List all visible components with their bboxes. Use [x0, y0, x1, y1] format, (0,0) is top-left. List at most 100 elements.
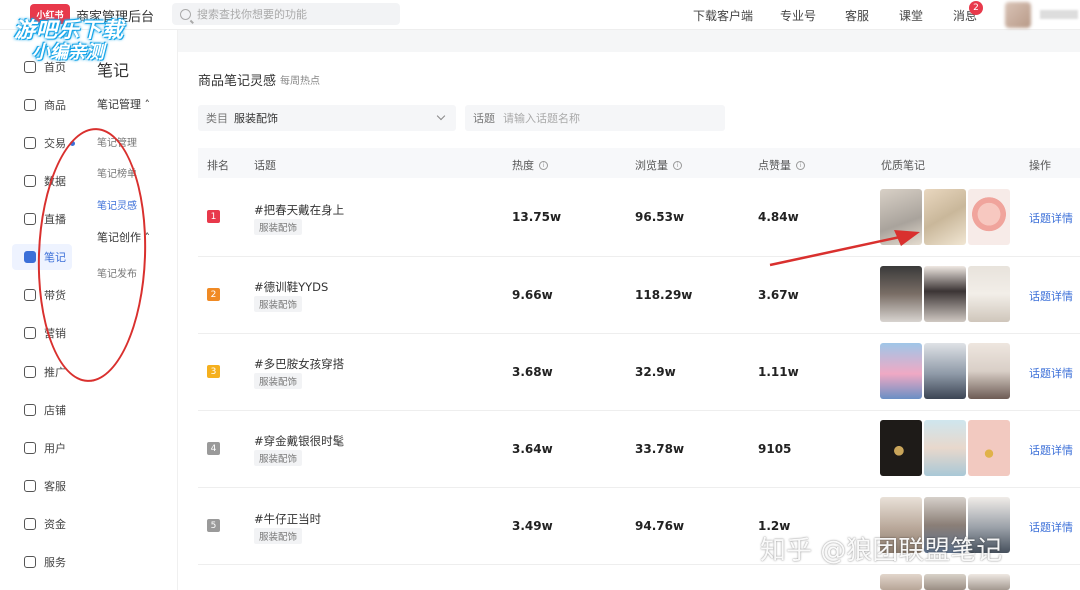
category-select[interactable]: 类目 服装配饰	[198, 105, 456, 131]
page-title: 商品笔记灵感	[198, 74, 277, 89]
page-subtitle: 每周热点	[280, 76, 320, 87]
username-blurred[interactable]	[1040, 10, 1078, 19]
col-views: 浏览量 i	[635, 157, 682, 173]
topic-name[interactable]: #牛仔正当时	[254, 511, 321, 527]
row-divider	[198, 256, 1080, 257]
note-thumbnail[interactable]	[880, 266, 922, 322]
sidebar-item-funds[interactable]: 资金	[0, 511, 78, 537]
views-value: 32.9w	[635, 365, 676, 379]
watermark-bottom: 知乎 @狼团联盟笔记	[760, 536, 1003, 566]
sidebar-item-service[interactable]: 客服	[0, 473, 78, 499]
heat-value: 13.75w	[512, 210, 562, 224]
sidebar-item-users[interactable]: 用户	[0, 435, 78, 461]
nav-pro-account[interactable]: 专业号	[780, 7, 816, 24]
chevron-up-icon: ˄	[144, 98, 151, 111]
message-count-badge: 2	[969, 1, 983, 15]
service-icon	[24, 480, 36, 492]
note-thumbnail[interactable]	[968, 266, 1010, 322]
note-thumbnail[interactable]	[880, 420, 922, 476]
category-tag: 服装配饰	[254, 296, 303, 312]
promotion-icon	[24, 366, 36, 378]
row-divider	[198, 487, 1080, 488]
service-market-icon	[24, 556, 36, 568]
rank-badge: 2	[207, 288, 220, 301]
subnav-group-note-management[interactable]: 笔记管理 ˄	[97, 96, 150, 112]
col-topic: 话题	[254, 159, 276, 172]
nav-classroom[interactable]: 课堂	[899, 7, 923, 24]
trade-icon	[24, 137, 36, 149]
heat-value: 3.68w	[512, 365, 553, 379]
rank-badge: 3	[207, 365, 220, 378]
watermark-line2: 小编亲测	[32, 42, 104, 63]
data-icon	[24, 175, 36, 187]
col-quality-notes: 优质笔记	[881, 159, 925, 172]
note-thumbnail[interactable]	[968, 574, 1010, 590]
note-thumbnail[interactable]	[924, 343, 966, 399]
sell-icon	[24, 289, 36, 301]
heat-value: 9.66w	[512, 288, 553, 302]
views-value: 118.29w	[635, 288, 693, 302]
topic-detail-link[interactable]: 话题详情	[1029, 210, 1073, 226]
info-icon[interactable]: i	[673, 160, 682, 170]
sidebar-item-services[interactable]: 服务	[0, 549, 78, 575]
user-icon	[24, 442, 36, 454]
likes-value: 1.11w	[758, 365, 799, 379]
search-icon	[180, 8, 191, 20]
topic-detail-link[interactable]: 话题详情	[1029, 442, 1073, 458]
category-tag: 服装配饰	[254, 373, 303, 389]
shop-icon	[24, 404, 36, 416]
topic-detail-link[interactable]: 话题详情	[1029, 288, 1073, 304]
info-icon[interactable]: i	[539, 160, 548, 170]
heat-value: 3.64w	[512, 442, 553, 456]
topic-name[interactable]: #多巴胺女孩穿搭	[254, 356, 344, 372]
top-bar: 小红书 商家管理后台 搜索查找你想要的功能 下载客户端 专业号 客服 课堂 消息…	[0, 0, 1080, 30]
info-icon[interactable]: i	[796, 160, 805, 170]
note-thumbnail[interactable]	[880, 343, 922, 399]
row-divider	[198, 333, 1080, 334]
topic-name[interactable]: #德训鞋YYDS	[254, 279, 328, 295]
topic-search-input[interactable]: 话题 请输入话题名称	[465, 105, 725, 131]
topic-label: 话题	[473, 112, 495, 125]
note-thumbnail[interactable]	[924, 266, 966, 322]
topic-name[interactable]: #把春天戴在身上	[254, 202, 344, 218]
note-thumbnail[interactable]	[968, 420, 1010, 476]
col-rank: 排名	[207, 159, 229, 172]
category-value: 服装配饰	[234, 112, 278, 125]
fund-icon	[24, 518, 36, 530]
col-likes: 点赞量 i	[758, 157, 805, 173]
col-action: 操作	[1029, 159, 1051, 172]
topic-detail-link[interactable]: 话题详情	[1029, 519, 1073, 535]
topic-name[interactable]: #穿金戴银很时髦	[254, 433, 344, 449]
nav-customer-service[interactable]: 客服	[845, 7, 869, 24]
sidebar-item-shop[interactable]: 店铺	[0, 397, 78, 423]
marketing-icon	[24, 327, 36, 339]
product-icon	[24, 99, 36, 111]
views-value: 33.78w	[635, 442, 685, 456]
rank-badge: 4	[207, 442, 220, 455]
live-icon	[24, 213, 36, 225]
search-placeholder: 搜索查找你想要的功能	[197, 8, 307, 21]
note-thumbnail[interactable]	[924, 420, 966, 476]
nav-download-client[interactable]: 下载客户端	[693, 7, 753, 24]
category-tag: 服装配饰	[254, 219, 303, 235]
note-thumbnail[interactable]	[968, 189, 1010, 245]
category-label: 类目	[206, 112, 228, 125]
annotation-arrow-icon	[769, 230, 920, 267]
category-tag: 服装配饰	[254, 528, 303, 544]
global-search-input[interactable]: 搜索查找你想要的功能	[172, 3, 400, 25]
note-thumbnail[interactable]	[924, 574, 966, 590]
col-heat: 热度 i	[512, 157, 548, 173]
sidebar-item-products[interactable]: 商品	[0, 92, 78, 118]
heat-value: 3.49w	[512, 519, 553, 533]
views-value: 96.53w	[635, 210, 685, 224]
category-tag: 服装配饰	[254, 450, 303, 466]
note-icon	[24, 251, 36, 263]
likes-value: 9105	[758, 442, 792, 456]
topic-detail-link[interactable]: 话题详情	[1029, 365, 1073, 381]
note-thumbnail[interactable]	[924, 189, 966, 245]
rank-badge: 5	[207, 519, 220, 532]
note-thumbnail[interactable]	[968, 343, 1010, 399]
note-thumbnail[interactable]	[880, 574, 922, 590]
avatar[interactable]	[1005, 2, 1031, 28]
likes-value: 3.67w	[758, 288, 799, 302]
